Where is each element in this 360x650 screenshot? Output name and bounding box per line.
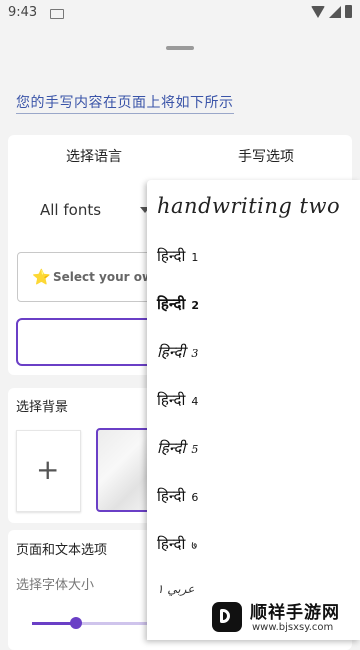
font-option-handwriting-two[interactable]: handwriting two [157, 194, 340, 218]
watermark-name: 顺祥手游网 [250, 603, 340, 623]
font-option-hindi-2[interactable]: हिन्दी 2 [157, 294, 199, 314]
tab-handwriting-options[interactable]: 手写选项 [238, 146, 294, 166]
font-option-label: हिन्दी [157, 391, 186, 409]
battery-icon [345, 5, 352, 18]
font-size-slider-thumb[interactable] [70, 617, 82, 629]
font-option-arabic[interactable]: عربي ١ [157, 582, 194, 596]
wifi-icon [311, 5, 325, 18]
font-option-number: 1 [191, 251, 199, 264]
font-option-number: 5 [191, 443, 199, 456]
font-size-label: 选择字体大小 [16, 578, 95, 593]
sheet-drag-handle[interactable] [166, 46, 194, 50]
page-options-title: 页面和文本选项 [16, 543, 108, 558]
font-option-hindi-4[interactable]: हिन्दी 4 [157, 390, 198, 410]
select-own-label: Select your own [53, 270, 162, 284]
star-icon: ⭐ [32, 268, 51, 286]
font-option-label: हिन्दी [157, 439, 186, 457]
signal-icon [329, 5, 341, 18]
font-option-hindi-3[interactable]: हिन्दी 3 [157, 342, 198, 362]
tab-select-language[interactable]: 选择语言 [66, 146, 122, 166]
font-option-label: हिन्दी [157, 295, 186, 313]
handwriting-font-dropdown: handwriting two हिन्दी 1 हिन्दी 2 हिन्दी 3 … [147, 180, 360, 640]
font-option-number: 6 [191, 491, 199, 504]
font-option-hindi-7[interactable]: हिन्दी ७ [157, 534, 197, 554]
font-option-hindi-1[interactable]: हिन्दी 1 [157, 246, 198, 266]
font-option-label: हिन्दी [157, 487, 186, 505]
font-option-label: हिन्दी [157, 247, 186, 265]
font-option-label: हिन्दी [157, 343, 186, 361]
font-option-number: 3 [191, 347, 199, 360]
font-option-number: ७ [191, 539, 198, 552]
font-option-hindi-5[interactable]: हिन्दी 5 [157, 438, 198, 458]
preview-text: 您的手写内容在页面上将如下所示 [16, 92, 234, 114]
font-filter-select[interactable]: All fonts [40, 201, 101, 219]
keyboard-icon [50, 9, 64, 19]
font-option-number: 2 [191, 299, 199, 312]
font-option-number: 4 [191, 395, 199, 408]
font-option-hindi-6[interactable]: हिन्दी 6 [157, 486, 198, 506]
background-section-title: 选择背景 [16, 400, 69, 415]
status-bar: 9:43 [0, 0, 360, 26]
font-option-label: हिन्दी [157, 535, 186, 553]
status-icons [311, 5, 352, 18]
plus-icon: + [36, 453, 60, 486]
status-time: 9:43 [8, 5, 38, 20]
watermark-url: www.bjsxsy.com [252, 622, 334, 633]
